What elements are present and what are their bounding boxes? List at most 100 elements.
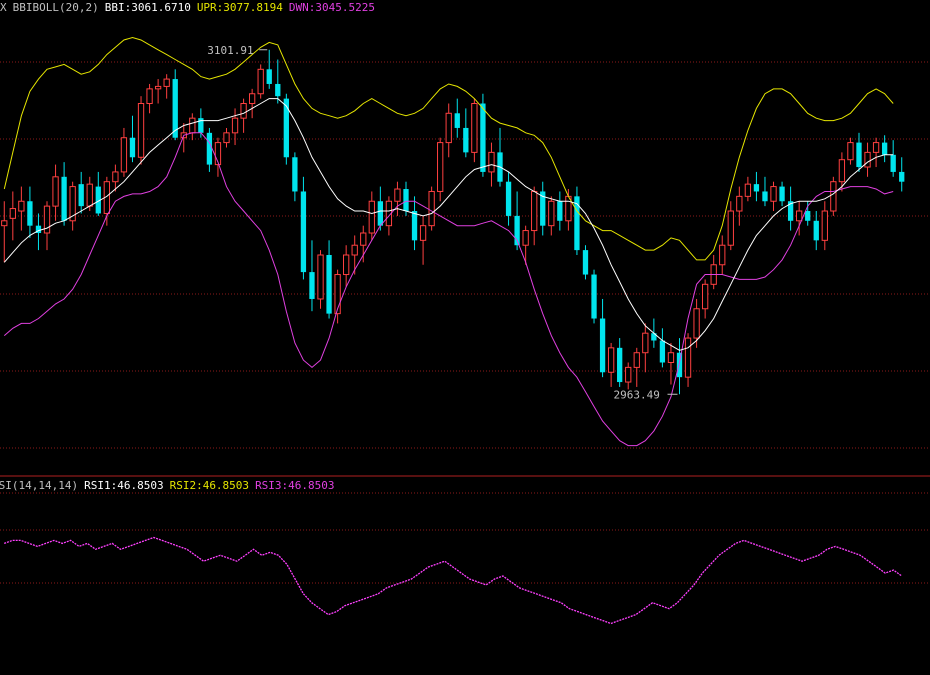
candle-body-down	[300, 191, 307, 273]
candle-body-up	[821, 210, 828, 241]
candle-body-up	[838, 159, 846, 183]
candle-body-up	[744, 183, 752, 197]
candle-body-up	[163, 78, 170, 87]
candle-body-up	[240, 103, 247, 119]
candle-body-down	[557, 201, 563, 221]
candle-body-up	[137, 103, 145, 158]
indicator-name: BBIBOLL(20,2)	[12, 1, 99, 14]
candle-body-up	[727, 210, 734, 246]
rsi3-value: RSI3:46.8503	[255, 479, 335, 492]
candle-body-down	[899, 171, 905, 182]
candle-body-up	[52, 176, 59, 207]
candle-body-up	[633, 352, 640, 368]
chart-canvas: 3101.91 2963.49	[0, 36, 930, 625]
candle-body-up	[154, 85, 162, 90]
candle-body-down	[275, 83, 281, 97]
rsi2-value: RSI2:46.8503	[169, 479, 250, 492]
candle-body-down	[599, 318, 606, 373]
candle-body-up	[872, 142, 880, 153]
candle-body-up	[1, 220, 8, 227]
candle-body-down	[591, 274, 597, 319]
candle-body-up	[120, 137, 128, 173]
max-price-label: 3101.91	[207, 44, 253, 57]
candle-body-down	[377, 201, 383, 226]
rsi-indicator-header: RSI(14,14,14) RSI1:46.8503 RSI2:46.8503 RSI…	[0, 479, 341, 493]
candle-body-up	[488, 151, 495, 173]
candle-body-down	[283, 98, 289, 158]
candle-body-down	[454, 113, 460, 128]
candle-body-up	[667, 352, 675, 363]
candle-body-up	[86, 183, 93, 207]
candle-body-down	[266, 69, 272, 84]
candle-body-up	[445, 112, 452, 144]
candle-body-down	[881, 142, 888, 155]
candle-body-down	[856, 142, 862, 168]
candle-body-down	[676, 352, 683, 378]
candle-body-up	[770, 186, 777, 202]
candle-body-down	[659, 340, 666, 363]
indicator-prefix: X	[0, 1, 7, 14]
candle-body-up	[317, 254, 324, 300]
candle-body-up	[864, 151, 871, 168]
candle-body-up	[693, 308, 700, 339]
candle-body-up	[257, 68, 264, 95]
candle-body-down	[206, 132, 213, 165]
candle-body-down	[403, 189, 409, 212]
candle-body-up	[18, 200, 25, 212]
candle-body-up	[625, 366, 632, 383]
candle-body-down	[805, 211, 811, 221]
dwn-value: DWN:3045.5225	[288, 1, 375, 14]
candle-body-down	[411, 211, 418, 241]
candle-body-up	[437, 142, 444, 192]
candle-body-up	[231, 117, 239, 134]
rsi-line	[3, 536, 903, 625]
candle-body-up	[830, 181, 837, 212]
upr-value: UPR:3077.8194	[196, 1, 283, 14]
candle-body-down	[292, 157, 298, 192]
candle-body-up	[368, 200, 375, 234]
candle-body-up	[146, 88, 153, 105]
candle-body-up	[531, 190, 538, 232]
candle-body-up	[428, 190, 435, 227]
candle-body-up	[522, 230, 529, 246]
candle-body-up	[471, 103, 478, 153]
rsi-indicator-name: RSI(14,14,14)	[0, 479, 79, 492]
candle-body-down	[61, 176, 67, 221]
candle-body-down	[129, 137, 136, 158]
candle-body-down	[582, 250, 589, 275]
candlestick-series	[1, 49, 905, 395]
candle-body-down	[480, 103, 486, 172]
candle-body-up	[248, 93, 256, 105]
candle-body-down	[753, 184, 760, 192]
candle-body-up	[223, 132, 230, 144]
candle-body-up	[9, 208, 16, 219]
candle-body-up	[343, 254, 350, 276]
candle-body-up	[736, 195, 743, 212]
indicator-lines	[3, 36, 894, 447]
candle-body-up	[112, 171, 119, 183]
candle-body-up	[642, 332, 649, 354]
candle-body-up	[607, 347, 615, 373]
candle-body-up	[394, 188, 401, 202]
candle-body-up	[684, 337, 692, 378]
candle-body-down	[27, 201, 33, 226]
candle-body-up	[719, 244, 726, 266]
dwn-line	[3, 132, 894, 447]
candle-body-down	[505, 181, 512, 216]
candle-body-down	[463, 127, 469, 153]
rsi-series	[3, 536, 903, 625]
candle-body-down	[326, 254, 332, 314]
candle-body-up	[419, 225, 427, 241]
candle-body-down	[762, 191, 768, 202]
candle-body-up	[847, 142, 854, 161]
candle-body-down	[779, 186, 785, 202]
candle-body-up	[351, 244, 358, 256]
candle-body-down	[890, 154, 896, 172]
rsi1-value: RSI1:46.8503	[84, 479, 164, 492]
min-price-label: 2963.49	[614, 388, 660, 401]
main-indicator-header: X BBIBOLL(20,2) BBI:3061.6710 UPR:3077.8194…	[0, 1, 381, 15]
candle-body-up	[796, 210, 803, 222]
candle-body-up	[701, 283, 709, 310]
candle-body-down	[813, 220, 819, 241]
bbi-value: BBI:3061.6710	[104, 1, 191, 14]
